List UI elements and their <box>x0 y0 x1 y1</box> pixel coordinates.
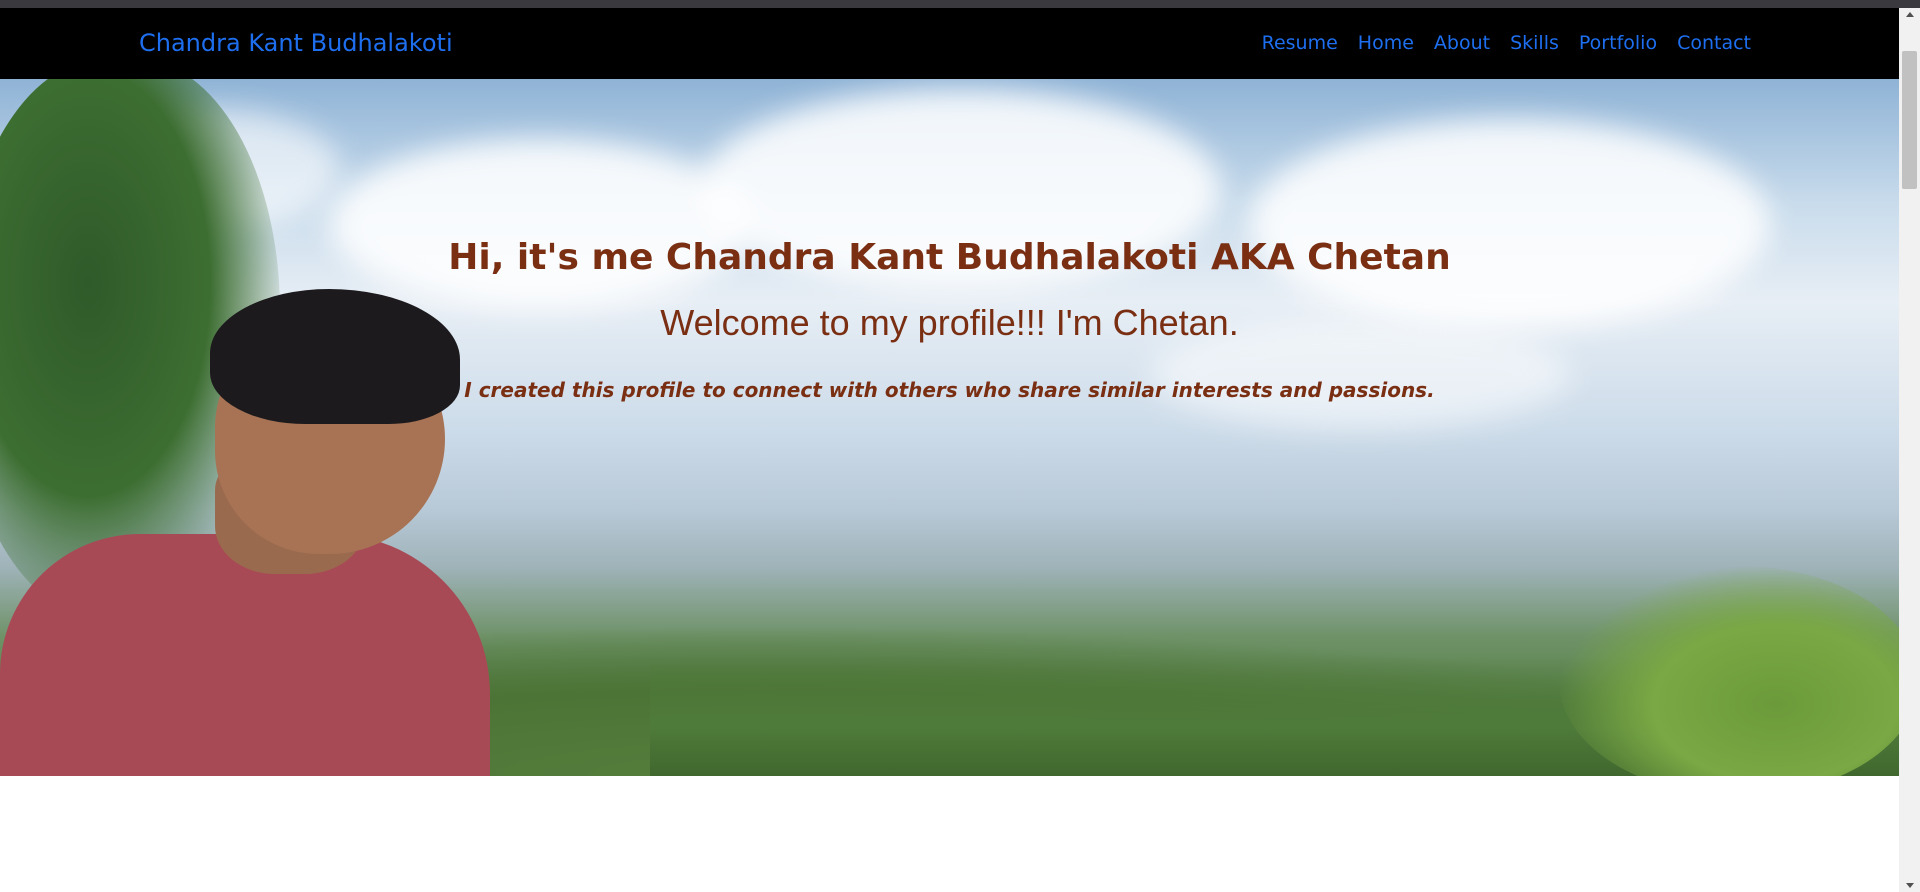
vertical-scrollbar[interactable] <box>1899 8 1920 892</box>
hero-subheading: Welcome to my profile!!! I'm Chetan. <box>660 302 1239 343</box>
hero-heading: Hi, it's me Chandra Kant Budhalakoti AKA… <box>448 237 1451 278</box>
nav-links: Resume Home About Skills Portfolio Conta… <box>1262 32 1751 54</box>
nav-link-resume[interactable]: Resume <box>1262 32 1338 54</box>
shrub-right <box>1559 566 1899 776</box>
browser-top-strip <box>0 0 1920 8</box>
scroll-down-arrow-icon[interactable] <box>1906 883 1914 888</box>
nav-link-skills[interactable]: Skills <box>1510 32 1559 54</box>
brand-link[interactable]: Chandra Kant Budhalakoti <box>139 29 453 57</box>
person-shirt <box>0 534 490 776</box>
nav-link-home[interactable]: Home <box>1358 32 1414 54</box>
scroll-thumb[interactable] <box>1902 51 1917 189</box>
scroll-up-arrow-icon[interactable] <box>1906 12 1914 17</box>
nav-link-contact[interactable]: Contact <box>1677 32 1751 54</box>
nav-link-portfolio[interactable]: Portfolio <box>1579 32 1657 54</box>
navbar: Chandra Kant Budhalakoti Resume Home Abo… <box>0 8 1899 79</box>
hero-section: Hi, it's me Chandra Kant Budhalakoti AKA… <box>0 79 1899 776</box>
cloud <box>1250 119 1770 329</box>
nav-link-about[interactable]: About <box>1434 32 1490 54</box>
hero-tagline: I created this profile to connect with o… <box>464 378 1435 402</box>
